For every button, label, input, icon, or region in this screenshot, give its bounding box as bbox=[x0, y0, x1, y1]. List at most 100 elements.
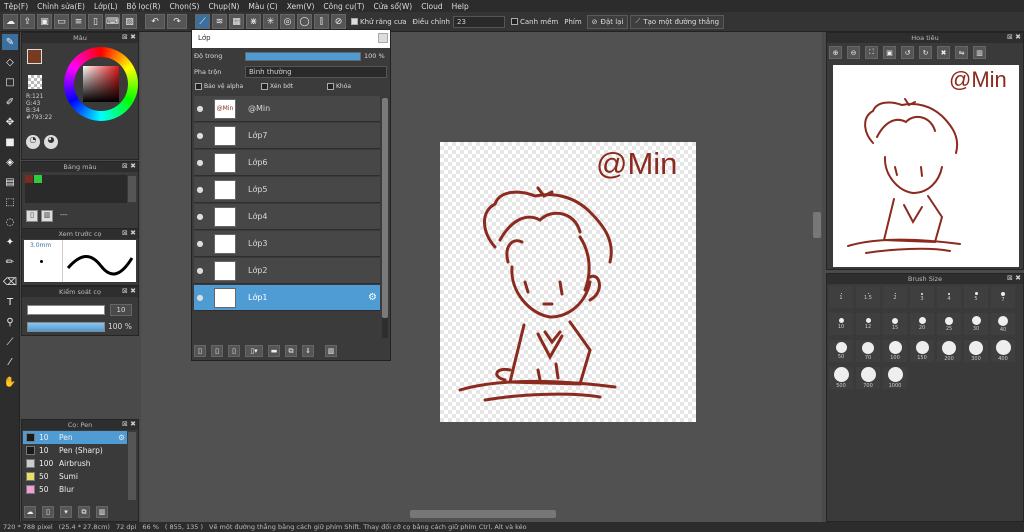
cloud-icon[interactable]: ☁ bbox=[3, 14, 18, 29]
bucket-tool-icon[interactable]: ◈ bbox=[2, 154, 18, 170]
hue-ring[interactable] bbox=[64, 47, 138, 121]
redo-icon[interactable]: ↷ bbox=[167, 14, 187, 29]
layer-panel-close-icon[interactable] bbox=[378, 33, 388, 43]
new-layer-icon[interactable]: ▯ bbox=[194, 345, 206, 357]
clip-checkbox[interactable] bbox=[261, 83, 268, 90]
panel-close-icon[interactable]: ⊠ ✖ bbox=[122, 287, 136, 295]
save-icon[interactable]: ▣ bbox=[37, 14, 52, 29]
menu-cloud[interactable]: Cloud bbox=[421, 2, 442, 11]
eye-icon[interactable]: ● bbox=[194, 185, 206, 194]
brush-size-option[interactable]: 200 bbox=[937, 340, 961, 362]
eye-icon[interactable]: ● bbox=[194, 212, 206, 221]
brush-size-option[interactable]: 30 bbox=[964, 313, 988, 335]
fit-screen-icon[interactable]: ⛶ bbox=[865, 46, 878, 59]
delete-brush-icon[interactable]: ▥ bbox=[96, 506, 108, 518]
ellipse-ruler-icon[interactable]: ◯ bbox=[297, 14, 312, 29]
new-8bit-layer-icon[interactable]: ▯ bbox=[228, 345, 240, 357]
add-layer-menu-icon[interactable]: ▯▾ bbox=[245, 345, 263, 357]
select-rect-icon[interactable]: ⬚ bbox=[2, 194, 18, 210]
brush-size-option[interactable]: 5 bbox=[964, 286, 988, 308]
select-eraser-icon[interactable]: ⌫ bbox=[2, 274, 18, 290]
comment-icon[interactable]: ▭ bbox=[54, 14, 69, 29]
menu-edit[interactable]: Chỉnh sửa(E) bbox=[37, 2, 85, 11]
brush-size-slider[interactable] bbox=[27, 305, 105, 315]
brush-item-pen-sharp[interactable]: 10 Pen (Sharp) bbox=[23, 444, 127, 457]
menu-capture[interactable]: Chụp(N) bbox=[208, 2, 239, 11]
tablet-icon[interactable]: ▯ bbox=[88, 14, 103, 29]
layer-row[interactable]: ● @Min @Min bbox=[194, 96, 380, 122]
brush-size-option[interactable]: 100 bbox=[883, 340, 907, 362]
panel-close-icon[interactable]: ⊠ ✖ bbox=[122, 33, 136, 41]
brush-size-option[interactable]: 15 bbox=[883, 313, 907, 335]
brush-size-option[interactable]: 2 bbox=[883, 286, 907, 308]
transparent-color-swatch[interactable] bbox=[28, 75, 42, 89]
eye-icon[interactable]: ● bbox=[194, 104, 206, 113]
symmetry-icon[interactable]: ⫿ bbox=[314, 14, 329, 29]
snapshot-icon[interactable]: ▥ bbox=[973, 46, 986, 59]
menu-layer[interactable]: Lớp(L) bbox=[94, 2, 118, 11]
eye-icon[interactable]: ● bbox=[194, 239, 206, 248]
concentric-icon[interactable]: ◎ bbox=[280, 14, 295, 29]
brush-size-option[interactable]: 1.5 bbox=[856, 286, 880, 308]
brush-size-option[interactable]: 70 bbox=[856, 340, 880, 362]
rotate-left-icon[interactable]: ↺ bbox=[901, 46, 914, 59]
image-icon[interactable]: ▨ bbox=[122, 14, 137, 29]
menu-window[interactable]: Cửa sổ(W) bbox=[373, 2, 412, 11]
brush-list-scrollbar[interactable] bbox=[128, 432, 136, 500]
foreground-color-swatch[interactable] bbox=[27, 49, 42, 64]
select-pen-icon[interactable]: ✏ bbox=[2, 254, 18, 270]
antialias-checkbox[interactable] bbox=[351, 18, 358, 25]
cloud-brush-icon[interactable]: ☁ bbox=[24, 506, 36, 518]
magic-wand-icon[interactable]: ✦ bbox=[2, 234, 18, 250]
eraser-tool-icon[interactable]: ◇ bbox=[2, 54, 18, 70]
gear-icon[interactable]: ⚙ bbox=[118, 433, 125, 442]
panel-close-icon[interactable]: ⊠ ✖ bbox=[1007, 274, 1021, 282]
brush-size-option[interactable]: 150 bbox=[910, 340, 934, 362]
brush-size-option[interactable]: 1 bbox=[829, 286, 853, 308]
make-line-button[interactable]: ⟋ Tạo một đường thẳng bbox=[630, 14, 725, 29]
canvas-horizontal-scrollbar[interactable] bbox=[410, 510, 556, 518]
brush-size-option[interactable]: 3 bbox=[910, 286, 934, 308]
hand-tool-icon[interactable]: ✋ bbox=[2, 374, 18, 390]
eyedropper-icon[interactable]: ⁄ bbox=[2, 354, 18, 370]
text-tool-icon[interactable]: T bbox=[2, 294, 18, 310]
layers-icon[interactable]: ≡ bbox=[71, 14, 86, 29]
move-tool-icon[interactable]: ✥ bbox=[2, 114, 18, 130]
brush-item-airbrush[interactable]: 100 Airbrush bbox=[23, 457, 127, 470]
copy-layer-icon[interactable]: ⧉ bbox=[285, 345, 297, 357]
palette-swatch[interactable] bbox=[25, 175, 33, 183]
brush-item-pen[interactable]: 10 Pen ⚙ bbox=[23, 431, 127, 444]
brush-size-option[interactable]: 12 bbox=[856, 313, 880, 335]
brush-size-option[interactable]: 1000 bbox=[883, 367, 907, 389]
divide-tool-icon[interactable]: ⟋ bbox=[2, 334, 18, 350]
zoom-out-icon[interactable]: ⊖ bbox=[847, 46, 860, 59]
delete-swatch-icon[interactable]: ▥ bbox=[41, 210, 53, 222]
snap-checkbox[interactable] bbox=[511, 18, 518, 25]
color-history-icon[interactable]: ◕ bbox=[44, 135, 58, 149]
saturation-square[interactable] bbox=[83, 66, 119, 102]
layer-row[interactable]: ● Lớp7 bbox=[194, 123, 380, 149]
zoom-in-icon[interactable]: ⊕ bbox=[829, 46, 842, 59]
blend-mode-dropdown[interactable]: Bình thường bbox=[245, 66, 387, 78]
brush-item-sumi[interactable]: 50 Sumi bbox=[23, 470, 127, 483]
grid-icon[interactable]: ▦ bbox=[229, 14, 244, 29]
delete-layer-icon[interactable]: ▥ bbox=[325, 345, 337, 357]
keyboard-icon[interactable]: ⌨ bbox=[105, 14, 120, 29]
gear-icon[interactable]: ⚙ bbox=[368, 292, 377, 303]
palette-icon[interactable]: ◔ bbox=[26, 135, 40, 149]
reset-rotation-icon[interactable]: ✖ bbox=[937, 46, 950, 59]
brush-size-option[interactable]: 500 bbox=[829, 367, 853, 389]
eye-icon[interactable]: ● bbox=[194, 158, 206, 167]
reset-button[interactable]: ⊘ Đặt lại bbox=[586, 14, 629, 29]
brush-size-option[interactable]: 25 bbox=[937, 313, 961, 335]
ruler-parallel-icon[interactable]: ≋ bbox=[212, 14, 227, 29]
brush-size-option[interactable]: 20 bbox=[910, 313, 934, 335]
brush-item-blur[interactable]: 50 Blur bbox=[23, 483, 127, 496]
layer-row[interactable]: ● Lớp5 bbox=[194, 177, 380, 203]
lasso-tool-icon[interactable]: ◌ bbox=[2, 214, 18, 230]
gradient-tool-icon[interactable]: ▤ bbox=[2, 174, 18, 190]
menu-color[interactable]: Màu (C) bbox=[248, 2, 277, 11]
brush-size-option[interactable]: 4 bbox=[937, 286, 961, 308]
canvas-vertical-scrollbar[interactable] bbox=[813, 212, 821, 238]
menu-tools[interactable]: Công cụ(T) bbox=[323, 2, 364, 11]
